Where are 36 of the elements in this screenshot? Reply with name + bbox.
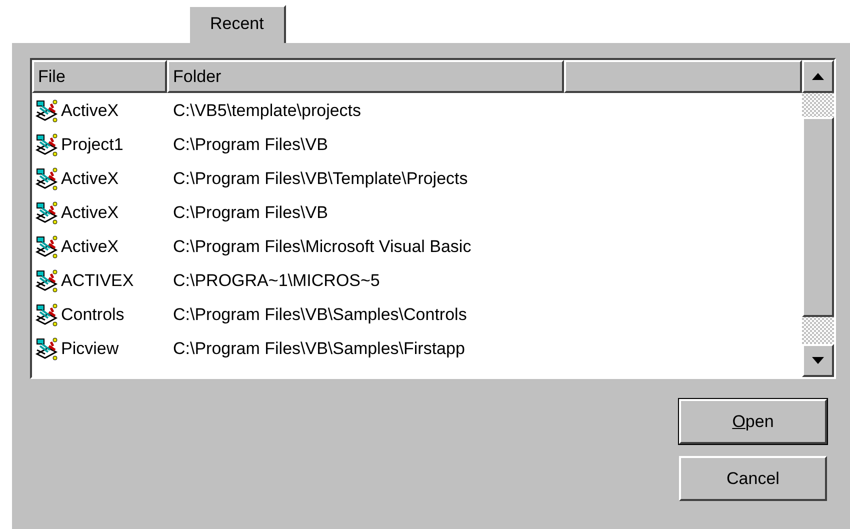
- project-icon: [34, 200, 60, 226]
- column-header[interactable]: Folder: [167, 60, 564, 93]
- project-icon: [34, 302, 60, 328]
- project-icon: [34, 268, 60, 294]
- file-name[interactable]: ACTIVEX: [61, 268, 134, 294]
- column-header[interactable]: [564, 60, 802, 93]
- down-arrow-icon: [812, 357, 824, 364]
- scroll-thumb[interactable]: [802, 117, 834, 317]
- folder-path: C:\Program Files\VB: [172, 134, 328, 156]
- project-icon: [34, 336, 60, 362]
- file-name[interactable]: ActiveX: [61, 166, 119, 192]
- folder-path: C:\Program Files\VB\Samples\Controls: [172, 304, 467, 326]
- folder-path: C:\Program Files\Microsoft Visual Basic: [172, 236, 472, 258]
- tab[interactable]: Recent: [188, 5, 286, 45]
- folder-path: C:\PROGRA~1\MICROS~5: [172, 270, 380, 292]
- file-name[interactable]: Picview: [61, 336, 119, 362]
- project-icon: [34, 98, 60, 124]
- project-icon: [34, 132, 60, 158]
- folder-path: C:\Program Files\VB\Samples\Firstapp: [172, 338, 465, 360]
- scroll-down-button[interactable]: [802, 344, 834, 377]
- up-arrow-icon: [812, 73, 824, 80]
- project-icon: [34, 166, 60, 192]
- cancel-button[interactable]: Cancel: [679, 456, 827, 501]
- file-name[interactable]: ActiveX: [61, 200, 119, 226]
- file-name[interactable]: ActiveX: [61, 234, 119, 260]
- file-name[interactable]: ActiveX: [61, 98, 119, 124]
- open-button[interactable]: Open: [679, 399, 827, 444]
- column-header[interactable]: File: [32, 60, 167, 93]
- file-name[interactable]: Project1: [61, 132, 124, 158]
- vertical-scrollbar[interactable]: [802, 60, 834, 377]
- folder-path: C:\VB5\template\projects: [172, 100, 362, 122]
- folder-path: C:\Program Files\VB\Template\Projects: [172, 168, 468, 190]
- project-icon: [34, 234, 60, 260]
- file-name[interactable]: Controls: [61, 302, 124, 328]
- folder-path: C:\Program Files\VB: [172, 202, 328, 224]
- scroll-up-button[interactable]: [802, 60, 834, 93]
